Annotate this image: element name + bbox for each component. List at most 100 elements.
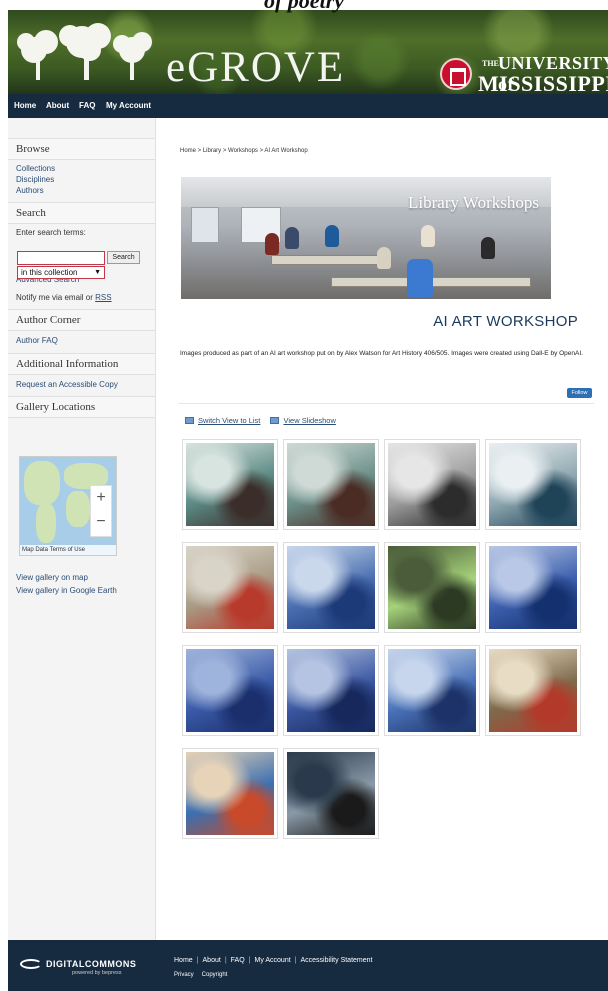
hero-person bbox=[325, 225, 339, 247]
map-zoom-in-button[interactable]: + bbox=[91, 486, 111, 510]
gallery-thumbnail[interactable] bbox=[182, 645, 278, 736]
content-divider bbox=[178, 403, 594, 404]
thumbnail-image bbox=[186, 546, 274, 629]
thumbnail-image bbox=[388, 649, 476, 732]
hero-person bbox=[285, 227, 299, 249]
browse-disciplines-link[interactable]: Disciplines bbox=[8, 174, 155, 185]
map-land-americas bbox=[24, 461, 60, 505]
gallery-thumbnail[interactable] bbox=[384, 439, 480, 530]
search-button[interactable]: Search bbox=[107, 251, 140, 264]
map-zoom-out-button[interactable]: − bbox=[91, 510, 111, 534]
gallery-thumbnail[interactable] bbox=[485, 439, 581, 530]
library-workshops-banner-image: Library Workshops bbox=[181, 177, 551, 299]
footer-link-accessibility[interactable]: Accessibility Statement bbox=[301, 957, 373, 964]
hero-table bbox=[271, 255, 391, 265]
gallery-thumbnail[interactable] bbox=[283, 542, 379, 633]
notify-text: Notify me via email or bbox=[16, 293, 93, 302]
gallery-description: Images produced as part of an AI art wor… bbox=[180, 350, 583, 357]
slideshow-icon bbox=[270, 417, 280, 424]
gallery-thumbnail[interactable] bbox=[182, 748, 278, 839]
map-land-africa bbox=[66, 491, 90, 527]
request-accessible-copy-link[interactable]: Request an Accessible Copy bbox=[8, 379, 155, 390]
author-faq-link[interactable]: Author FAQ bbox=[8, 335, 155, 346]
gallery-thumbnail[interactable] bbox=[485, 645, 581, 736]
university-the: THE bbox=[482, 59, 499, 68]
gallery-thumbnail[interactable] bbox=[182, 542, 278, 633]
thumbnail-image bbox=[186, 649, 274, 732]
gallery-locations-heading: Gallery Locations bbox=[8, 396, 155, 418]
gallery-thumbnail[interactable] bbox=[182, 439, 278, 530]
gallery-thumbnail[interactable] bbox=[485, 542, 581, 633]
nav-my-account[interactable]: My Account bbox=[106, 101, 151, 110]
footer-links-secondary: Privacy Copyright bbox=[174, 972, 235, 978]
thumbnail-image bbox=[489, 649, 577, 732]
footer-link-home[interactable]: Home bbox=[174, 957, 193, 964]
slideshow-label: View Slideshow bbox=[283, 416, 336, 425]
chevron-down-icon: ▼ bbox=[94, 269, 101, 276]
footer: DIGITALCOMMONS powered by bepress Home | A… bbox=[8, 940, 608, 991]
thumbnail-image bbox=[489, 546, 577, 629]
hero-person bbox=[481, 237, 495, 259]
thumbnail-image bbox=[287, 443, 375, 526]
top-caption: of poetry bbox=[263, 0, 345, 13]
search-input[interactable] bbox=[17, 251, 105, 265]
hero-person bbox=[377, 247, 391, 269]
view-gallery-on-map-link[interactable]: View gallery on map bbox=[8, 572, 96, 583]
browse-authors-link[interactable]: Authors bbox=[8, 185, 155, 196]
top-navigation: Home About FAQ My Account bbox=[8, 94, 608, 118]
page-title: AI ART WORKSHOP bbox=[433, 313, 578, 330]
additional-information-heading: Additional Information bbox=[8, 353, 155, 375]
gallery-thumbnail[interactable] bbox=[283, 439, 379, 530]
map-zoom-control: + − bbox=[90, 485, 112, 537]
search-scope-value: in this collection bbox=[21, 268, 78, 277]
hero-board bbox=[191, 207, 219, 243]
thumbnail-image bbox=[388, 546, 476, 629]
nav-faq[interactable]: FAQ bbox=[79, 101, 95, 110]
nav-about[interactable]: About bbox=[46, 101, 69, 110]
thumbnail-image bbox=[287, 546, 375, 629]
footer-links: Home | About | FAQ | My Account | Accessibility … bbox=[174, 957, 373, 964]
university-seal-icon bbox=[440, 58, 472, 90]
map-land-south-america bbox=[36, 503, 56, 543]
powered-by-bepress: powered by bepress bbox=[72, 970, 122, 976]
switch-view-to-list-link[interactable]: Switch View to List bbox=[185, 416, 260, 425]
thumbnail-image bbox=[287, 752, 375, 835]
view-gallery-google-earth-link[interactable]: View gallery in Google Earth bbox=[8, 585, 125, 596]
breadcrumb[interactable]: Home > Library > Workshops > AI Art Work… bbox=[180, 148, 308, 154]
digital-commons-logo[interactable]: DIGITALCOMMONS powered by bepress bbox=[18, 957, 138, 977]
notify-line: Notify me via email or RSS bbox=[8, 292, 155, 303]
rss-link[interactable]: RSS bbox=[95, 293, 111, 302]
thumbnail-image bbox=[186, 752, 274, 835]
footer-link-privacy[interactable]: Privacy bbox=[174, 972, 194, 978]
map-attribution[interactable]: Map Data Terms of Use bbox=[20, 545, 116, 555]
footer-link-my-account[interactable]: My Account bbox=[254, 957, 290, 964]
search-scope-select[interactable]: in this collection ▼ bbox=[17, 266, 105, 279]
thumbnail-image bbox=[489, 443, 577, 526]
sidebar: Browse Collections Disciplines Authors S… bbox=[8, 118, 156, 940]
university-name-line2[interactable]: MISSISSIPPI bbox=[478, 71, 608, 94]
browse-collections-link[interactable]: Collections bbox=[8, 163, 155, 174]
digital-commons-swoosh-icon bbox=[20, 959, 42, 969]
egrove-trees-logo bbox=[17, 23, 152, 80]
gallery-thumbnail[interactable] bbox=[384, 542, 480, 633]
thumbnail-image bbox=[388, 443, 476, 526]
nav-home[interactable]: Home bbox=[14, 101, 36, 110]
footer-link-copyright[interactable]: Copyright bbox=[202, 972, 228, 978]
hero-person bbox=[407, 259, 433, 297]
footer-link-about[interactable]: About bbox=[203, 957, 221, 964]
view-slideshow-link[interactable]: View Slideshow bbox=[270, 416, 336, 425]
gallery-map[interactable]: + − Map Data Terms of Use bbox=[19, 456, 117, 556]
footer-link-faq[interactable]: FAQ bbox=[231, 957, 245, 964]
gallery-thumbnail[interactable] bbox=[283, 748, 379, 839]
header-banner: eGROVE THE UNIVERSITY of MISSISSIPPI bbox=[8, 10, 608, 94]
browse-heading: Browse bbox=[8, 138, 155, 160]
hero-person bbox=[265, 233, 279, 255]
thumbnail-image bbox=[186, 443, 274, 526]
gallery-thumbnail[interactable] bbox=[384, 645, 480, 736]
search-label: Enter search terms: bbox=[16, 228, 86, 237]
gallery-thumbnail[interactable] bbox=[283, 645, 379, 736]
follow-button[interactable]: Follow bbox=[567, 388, 592, 398]
site-name[interactable]: eGROVE bbox=[166, 46, 345, 90]
hero-title: Library Workshops bbox=[408, 193, 539, 212]
thumbnail-image bbox=[287, 649, 375, 732]
